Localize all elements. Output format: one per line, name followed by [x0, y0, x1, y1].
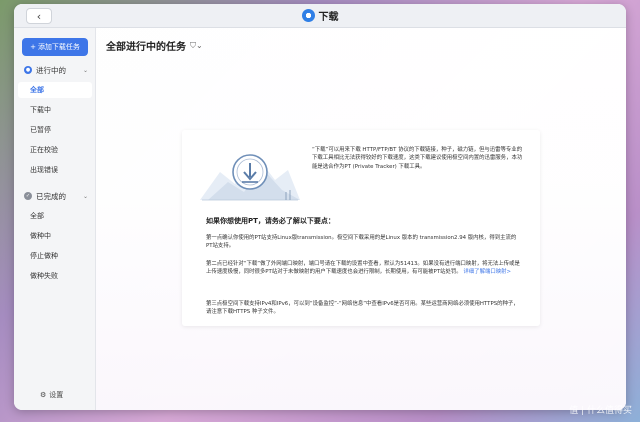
sidebar-item-seeding-failed[interactable]: 做种失败: [18, 268, 92, 284]
group-completed[interactable]: ✓ 已完成的 ⌄: [14, 188, 96, 204]
gear-icon: ⚙: [40, 391, 47, 399]
clock-icon: ●: [24, 66, 32, 74]
title-bar: ‹ 下载: [14, 4, 626, 28]
settings-label: 设置: [49, 391, 64, 399]
plus-icon: +: [30, 43, 36, 51]
window-title-wrap: 下载: [301, 8, 339, 23]
sidebar-item-error[interactable]: 出现错误: [18, 162, 92, 178]
chevron-left-icon: ‹: [36, 9, 42, 23]
check-circle-icon: ✓: [24, 192, 32, 200]
page-title: 全部进行中的任务 ⛉⌄: [106, 38, 203, 54]
page-title-text: 全部进行中的任务: [106, 42, 186, 53]
point-2: 第二点已经针对“下载”做了外网端口映射，端口号请在下载的设置中查看，默认为514…: [206, 260, 522, 277]
window-title: 下载: [318, 12, 339, 23]
download-app-icon: [301, 9, 315, 22]
port-mapping-link[interactable]: 详细了解端口映射>: [463, 269, 511, 275]
info-card: “下载”可以用来下载 HTTP/FTP/BT 协议的下载链接，种子，磁力链，但与…: [182, 130, 540, 326]
settings-button[interactable]: ⚙ 设置: [40, 390, 63, 400]
sidebar-item-all-completed[interactable]: 全部: [18, 208, 92, 224]
intro-text: “下载”可以用来下载 HTTP/FTP/BT 协议的下载链接，种子，磁力链，但与…: [312, 147, 523, 170]
chevron-down-icon: ⌄: [82, 66, 88, 74]
main-content: 全部进行中的任务 ⛉⌄ “下载”可以用来下载 HTTP/FTP/BT 协议的下载…: [96, 28, 626, 410]
add-download-task-button[interactable]: + 添加下载任务: [22, 38, 88, 56]
watermark-text: 值 | 什么值得买: [569, 406, 632, 416]
point-1: 第一点确认你使用的PT站支持Linux版transmission。极空间下载采用…: [206, 235, 517, 250]
group-in-progress[interactable]: ● 进行中的 ⌄: [14, 62, 96, 78]
sidebar-item-all-active[interactable]: 全部: [18, 82, 92, 98]
sidebar-item-downloading[interactable]: 下载中: [18, 102, 92, 118]
sidebar-item-seeding[interactable]: 做种中: [18, 228, 92, 244]
download-illustration-icon: [200, 154, 300, 201]
back-button[interactable]: ‹: [26, 8, 52, 24]
sidebar-item-stop-seeding[interactable]: 停止做种: [18, 248, 92, 264]
sidebar-item-verifying[interactable]: 正在校验: [18, 142, 92, 158]
group-completed-label: 已完成的: [36, 191, 66, 201]
sidebar: + 添加下载任务 ● 进行中的 ⌄ 全部 下载中 已暂停 正在校验 出现错误 ✓…: [14, 28, 96, 410]
add-download-task-label: 添加下载任务: [37, 43, 80, 51]
point-3: 第三点极空间下载支持IPv4和IPv6，可以到“设备监控”-“网络信息”中查看I…: [206, 301, 519, 316]
group-in-progress-label: 进行中的: [36, 65, 66, 75]
sidebar-item-paused[interactable]: 已暂停: [18, 122, 92, 138]
notice-title: 如果你想使用PT，请务必了解以下要点：: [206, 217, 335, 225]
chevron-down-icon: ⌄: [82, 192, 88, 200]
app-window: ‹ 下载 + 添加下载任务 ● 进行中的 ⌄ 全部 下载中 已暂停 正在校验 出…: [14, 4, 626, 410]
watermark: 值 | 什么值得买: [569, 403, 632, 416]
filter-icon[interactable]: ⛉⌄: [190, 41, 203, 51]
